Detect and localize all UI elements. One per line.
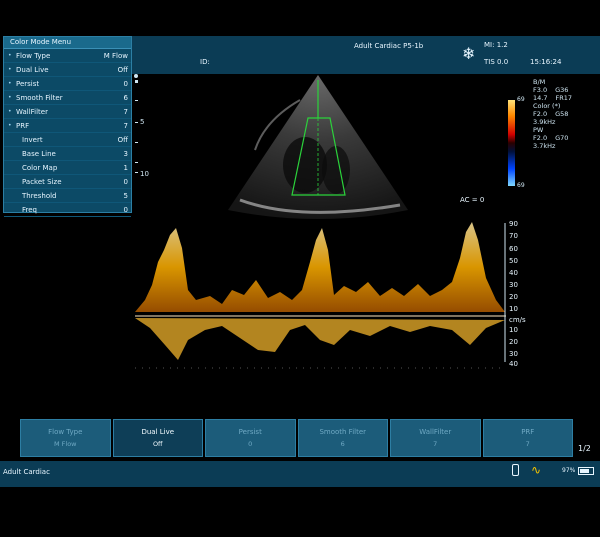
parameter-value: PW	[533, 126, 544, 134]
parameter-line: 3.9kHz	[533, 118, 598, 126]
velocity-tick-label: 90	[509, 220, 518, 228]
ultrasound-screen: Color Mode Menu • Flow Type M Flow • Dual Li…	[0, 0, 600, 537]
softkey-value: Off	[152, 440, 163, 448]
parameter-value: F2.0	[533, 110, 548, 118]
parameter-value: G36	[555, 86, 569, 94]
parameter-line: Color (*)	[533, 102, 598, 110]
parameter-value: F3.0	[533, 86, 548, 94]
parameter-value: 3.9kHz	[533, 118, 556, 126]
parameter-value: G70	[555, 134, 569, 142]
parameter-line: F2.0 G58	[533, 110, 598, 118]
softkey-value: M Flow	[53, 440, 77, 448]
velocity-tick-label: 20	[509, 293, 518, 301]
softkey-label: Dual Live	[141, 428, 175, 436]
velocity-unit: cm/s	[509, 316, 526, 324]
velocity-tick-label: 10	[509, 326, 518, 334]
softkey-value: 6	[340, 440, 345, 448]
softkey-dual-live[interactable]: Dual Live Off	[112, 419, 203, 457]
imaging-parameters: B/M F3.0 G36 14.7 FR17 Color (*) F2.0 G58 3.9kHz…	[533, 78, 598, 150]
parameter-line: F2.0 G70	[533, 134, 598, 142]
softkey-wallfilter[interactable]: WallFilter 7	[390, 419, 481, 457]
velocity-tick-label: 40	[509, 269, 518, 277]
softkey-prf[interactable]: PRF 7	[482, 419, 573, 457]
parameter-line: 3.7kHz	[533, 142, 598, 150]
velocity-tick-label: 70	[509, 232, 518, 240]
doppler-spectrum	[135, 222, 506, 369]
velocity-tick-label: 10	[509, 305, 518, 313]
softkey-label: WallFilter	[419, 428, 452, 436]
softkey-value: 0	[248, 440, 253, 448]
parameter-line: F3.0 G36	[533, 86, 598, 94]
softkey-value: 7	[525, 440, 530, 448]
parameter-value: 3.7kHz	[533, 142, 556, 150]
color-scale-bar	[508, 100, 515, 186]
color-scale-min: 69	[517, 182, 525, 189]
ecg-wave-icon: ∿	[531, 463, 542, 477]
velocity-tick-label: 20	[509, 338, 518, 346]
usb-icon	[512, 464, 519, 476]
softkey-bar: Flow Type M Flow Dual Live Off Persist 0 Smoot…	[20, 419, 573, 457]
velocity-tick-label: 60	[509, 245, 518, 253]
exam-mode: Adult Cardiac	[3, 468, 50, 476]
depth-label-bottom: 10	[140, 170, 149, 178]
depth-label-top: 5	[140, 118, 145, 126]
softkey-flow-type[interactable]: Flow Type M Flow	[20, 419, 111, 457]
softkey-label: Flow Type	[48, 428, 83, 436]
parameter-value: G58	[555, 110, 569, 118]
parameter-value: Color (*)	[533, 102, 561, 110]
parameter-value: 14.7	[533, 94, 548, 102]
softkey-label: PRF	[521, 428, 535, 436]
battery-icon	[578, 467, 594, 475]
velocity-tick-label: 30	[509, 350, 518, 358]
softkey-value: 7	[433, 440, 438, 448]
color-scale: 69 69	[508, 96, 525, 189]
softkey-persist[interactable]: Persist 0	[205, 419, 296, 457]
battery-percent: 97%	[562, 467, 576, 474]
parameter-line: PW	[533, 126, 598, 134]
color-scale-max: 69	[517, 96, 525, 103]
parameter-value: B/M	[533, 78, 546, 86]
parameter-value: F2.0	[533, 134, 548, 142]
status-bar: Adult Cardiac ∿ 97%	[0, 461, 600, 487]
parameter-value: FR17	[555, 94, 573, 102]
velocity-tick-label: 40	[509, 360, 518, 368]
parameter-line: 14.7 FR17	[533, 94, 598, 102]
softkey-label: Persist	[238, 428, 262, 436]
softkey-label: Smooth Filter	[319, 428, 367, 436]
page-indicator[interactable]: 1/2	[578, 444, 591, 453]
softkey-smooth-filter[interactable]: Smooth Filter 6	[297, 419, 388, 457]
ac-value: AC = 0	[460, 196, 485, 204]
velocity-tick-label: 50	[509, 257, 518, 265]
parameter-line: B/M	[533, 78, 598, 86]
velocity-tick-label: 30	[509, 281, 518, 289]
